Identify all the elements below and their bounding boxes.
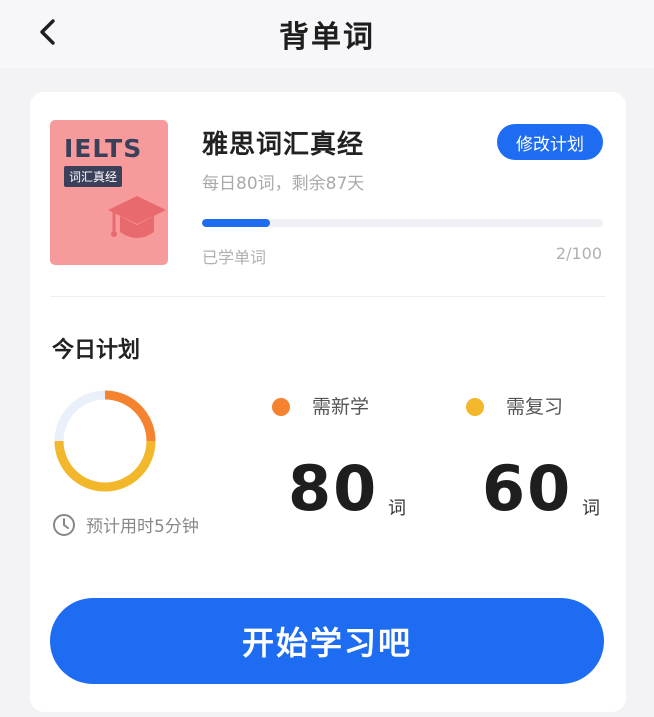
plan-card: IELTS 词汇真经 雅思词汇真经 每日80词，剩余87天 修改计划 已学单词 … <box>30 92 626 712</box>
review-words-dot <box>466 398 484 416</box>
page-title: 背单词 <box>279 20 375 55</box>
learned-words-label: 已学单词 <box>202 248 267 267</box>
plan-ring-chart <box>54 390 156 492</box>
book-name: 雅思词汇真经 <box>202 130 365 160</box>
ring-new-segment <box>104 390 156 442</box>
new-words-dot <box>272 398 290 416</box>
review-words-count: 60 <box>482 452 573 525</box>
book-cover-body: IELTS 词汇真经 <box>50 120 168 265</box>
book-cover-subtitle: 词汇真经 <box>64 166 123 187</box>
progress-bar-fill <box>202 219 271 227</box>
new-words-label: 需新学 <box>312 396 370 418</box>
edit-plan-button[interactable]: 修改计划 <box>497 124 603 160</box>
today-plan-title: 今日计划 <box>52 338 141 363</box>
estimated-time: 预计用时5分钟 <box>52 512 199 537</box>
graduation-cap-icon <box>108 196 166 238</box>
new-words-unit: 词 <box>388 498 406 519</box>
divider <box>50 296 606 297</box>
start-learning-button[interactable]: 开始学习吧 <box>50 598 604 684</box>
learned-words-count: 2/100 <box>555 244 602 263</box>
book-cover[interactable]: IELTS 词汇真经 <box>50 120 174 270</box>
progress-bar <box>202 219 603 227</box>
clock-icon <box>53 513 75 536</box>
header-bar: 背单词 <box>0 0 654 68</box>
review-words-unit: 词 <box>582 498 600 519</box>
review-words-label: 需复习 <box>506 396 564 418</box>
ring-review-segment <box>54 440 156 492</box>
book-cover-title: IELTS <box>64 134 143 163</box>
daily-plan-text: 每日80词，剩余87天 <box>202 174 365 194</box>
new-words-count: 80 <box>288 452 379 525</box>
estimated-time-text: 预计用时5分钟 <box>86 517 199 537</box>
